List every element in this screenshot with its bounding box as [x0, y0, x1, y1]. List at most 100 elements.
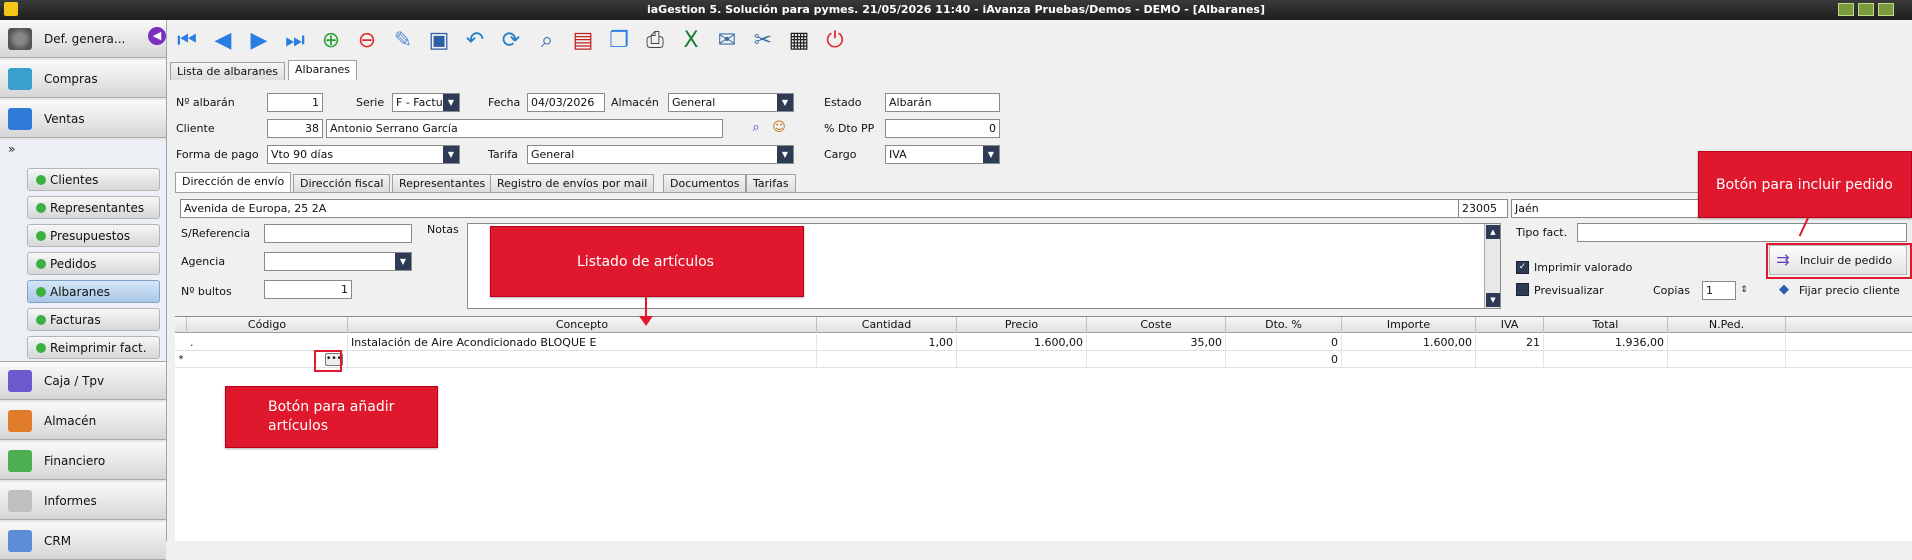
column-header-iva[interactable]: IVA [1476, 317, 1544, 333]
sidebar-item-financiero[interactable]: Financiero [0, 442, 166, 480]
sidebar-item-ventas[interactable]: Ventas [0, 100, 166, 138]
cell-coste[interactable]: 35,00 [1087, 334, 1226, 351]
estado-field[interactable]: Albarán [885, 93, 1000, 112]
previsualizar-checkbox[interactable] [1516, 283, 1529, 296]
almacen-select[interactable]: General ▼ [668, 93, 794, 112]
cell-nped[interactable] [1668, 334, 1786, 351]
edit-icon[interactable]: ✎ [388, 26, 418, 56]
tools-icon[interactable]: ✂ [748, 26, 778, 56]
tab-representantes[interactable]: Representantes [392, 174, 493, 192]
documents-icon[interactable]: ❐ [604, 26, 634, 56]
scroll-up-icon[interactable]: ▲ [1486, 225, 1500, 239]
next-record-icon[interactable]: ▶ [244, 26, 274, 56]
cell-dto-new[interactable]: 0 [1226, 351, 1342, 368]
email-icon[interactable]: ✉ [712, 26, 742, 56]
cliente-nombre-field[interactable]: Antonio Serrano García [326, 119, 723, 138]
save-icon[interactable]: ▣ [424, 26, 454, 56]
cliente-num-field[interactable]: 38 [267, 119, 323, 138]
num-albaran-field[interactable]: 1 [267, 93, 323, 112]
delete-icon[interactable]: ⊖ [352, 26, 382, 56]
report-pdf-icon[interactable]: ▤ [568, 26, 598, 56]
sidebar-subitem-clientes[interactable]: Clientes [27, 168, 160, 191]
sidebar-item-def-general[interactable]: Def. genera... [0, 20, 166, 58]
last-record-icon[interactable]: ⏭ [280, 26, 310, 56]
tab-tarifas[interactable]: Tarifas [746, 174, 796, 192]
sidebar-subitem-reimprimir[interactable]: Reimprimir fact. [27, 336, 160, 359]
cell-nped-new[interactable] [1668, 351, 1786, 368]
column-header-codigo[interactable]: Código [187, 317, 348, 333]
sidebar-subitem-albaranes[interactable]: Albaranes [27, 280, 160, 303]
cell-importe[interactable]: 1.600,00 [1342, 334, 1476, 351]
cargo-select[interactable]: IVA ▼ [885, 145, 1000, 164]
column-header-nped[interactable]: N.Ped. [1668, 317, 1786, 333]
tipo-fact-field[interactable] [1577, 223, 1907, 242]
first-record-icon[interactable]: ⏮ [172, 26, 202, 56]
tab-direccion-fiscal[interactable]: Dirección fiscal [293, 174, 391, 192]
column-header-precio[interactable]: Precio [957, 317, 1087, 333]
cell-precio[interactable]: 1.600,00 [957, 334, 1087, 351]
imprimir-valorado-checkbox[interactable]: ✓ [1516, 261, 1529, 274]
tab-direccion-envio[interactable]: Dirección de envío [175, 172, 292, 192]
cell-precio-new[interactable] [957, 351, 1087, 368]
collapse-sidebar-button[interactable]: ◀ [148, 27, 166, 45]
price-tag-icon[interactable]: ◆ [1775, 281, 1793, 299]
postal-code-field[interactable]: 23005 [1458, 199, 1508, 218]
cell-total[interactable]: 1.936,00 [1544, 334, 1668, 351]
tarifa-select[interactable]: General ▼ [527, 145, 794, 164]
cell-cantidad-new[interactable] [817, 351, 957, 368]
maximize-button[interactable] [1858, 3, 1874, 16]
cell-total-new[interactable] [1544, 351, 1668, 368]
sidebar-subitem-facturas[interactable]: Facturas [27, 308, 160, 331]
sidebar-subitem-presupuestos[interactable]: Presupuestos [27, 224, 160, 247]
sidebar-item-compras[interactable]: Compras [0, 60, 166, 98]
cell-codigo[interactable]: . [187, 334, 348, 351]
sidebar-item-informes[interactable]: Informes [0, 482, 166, 520]
excel-icon[interactable]: X [676, 26, 706, 56]
search-icon[interactable]: ⌕ [532, 26, 562, 56]
scroll-down-icon[interactable]: ▼ [1486, 293, 1500, 307]
stepper-arrows-icon[interactable]: ⇕ [1737, 281, 1751, 299]
calculator-icon[interactable]: ▦ [784, 26, 814, 56]
cell-coste-new[interactable] [1087, 351, 1226, 368]
copias-stepper[interactable]: 1 [1702, 281, 1736, 300]
tab-registro-envios[interactable]: Registro de envíos por mail [490, 174, 655, 192]
cell-dto[interactable]: 0 [1226, 334, 1342, 351]
cell-cantidad[interactable]: 1,00 [817, 334, 957, 351]
close-window-button[interactable] [1878, 3, 1894, 16]
sidebar-item-almacen[interactable]: Almacén [0, 402, 166, 440]
column-header-importe[interactable]: Importe [1342, 317, 1476, 333]
cell-iva-new[interactable] [1476, 351, 1544, 368]
chevron-down-icon[interactable]: » [8, 142, 15, 156]
print-icon[interactable]: ⎙ [640, 26, 670, 56]
sidebar-subitem-representantes[interactable]: Representantes [27, 196, 160, 219]
table-row-new[interactable]: * ••• 0 [175, 351, 1912, 368]
tab-albaranes[interactable]: Albaranes [288, 60, 358, 80]
search-icon[interactable]: ⌕ [747, 119, 765, 137]
tab-documentos[interactable]: Documentos [663, 174, 747, 192]
sidebar-item-caja-tpv[interactable]: Caja / Tpv [0, 362, 166, 400]
dto-pp-field[interactable]: 0 [885, 119, 1000, 138]
notas-scrollbar[interactable]: ▲ ▼ [1484, 224, 1500, 308]
serie-select[interactable]: F - Factu ▼ [392, 93, 460, 112]
minimize-button[interactable] [1838, 3, 1854, 16]
cell-concepto[interactable]: Instalación de Aire Acondicionado BLOQUE… [348, 334, 817, 351]
agencia-select[interactable]: ▼ [264, 252, 412, 271]
cell-importe-new[interactable] [1342, 351, 1476, 368]
forma-pago-select[interactable]: Vto 90 días ▼ [267, 145, 460, 164]
table-row[interactable]: . Instalación de Aire Acondicionado BLOQ… [175, 334, 1912, 351]
tab-lista-albaranes[interactable]: Lista de albaranes [170, 62, 285, 80]
undo-icon[interactable]: ↶ [460, 26, 490, 56]
fijar-precio-label[interactable]: Fijar precio cliente [1799, 284, 1900, 297]
sidebar-subitem-pedidos[interactable]: Pedidos [27, 252, 160, 275]
sidebar-item-crm[interactable]: CRM [0, 522, 166, 560]
column-header-dto[interactable]: Dto. % [1226, 317, 1342, 333]
add-icon[interactable]: ⊕ [316, 26, 346, 56]
cell-iva[interactable]: 21 [1476, 334, 1544, 351]
exit-icon[interactable]: ⏻ [820, 26, 850, 56]
column-header-coste[interactable]: Coste [1087, 317, 1226, 333]
street-field[interactable]: Avenida de Europa, 25 2A [180, 199, 1460, 218]
fecha-field[interactable]: 04/03/2026 [527, 93, 605, 112]
column-header-concepto[interactable]: Concepto [348, 317, 817, 333]
previous-record-icon[interactable]: ◀ [208, 26, 238, 56]
s-referencia-field[interactable] [264, 224, 412, 243]
